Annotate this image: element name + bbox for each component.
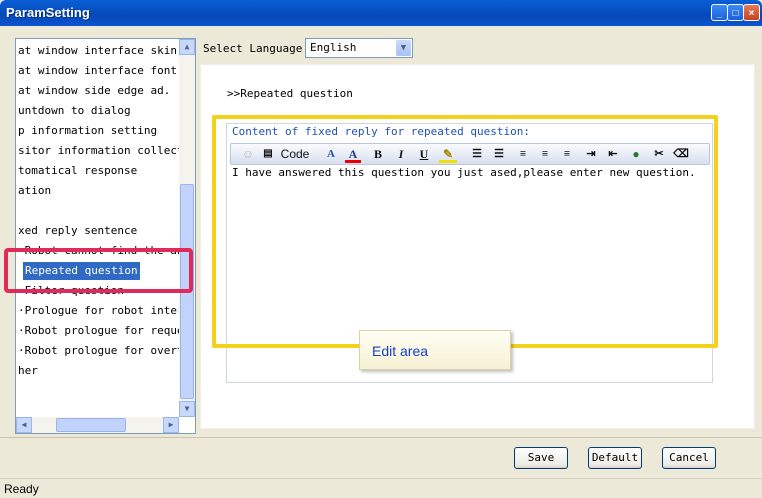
vertical-scrollbar[interactable]: ▲ ▼ (179, 39, 195, 417)
tree-item[interactable]: at window interface font co (18, 62, 195, 80)
edit-area-callout: Edit area (359, 330, 511, 370)
default-button[interactable]: Default (588, 447, 642, 469)
language-value: English (310, 41, 357, 54)
select-language-label: Select Language (203, 42, 303, 55)
tree-item[interactable]: p information setting (18, 122, 157, 140)
param-setting-window: ParamSetting _ □ × at window interface s… (0, 0, 762, 498)
tree-item[interactable]: ation (18, 182, 51, 200)
chevron-down-icon[interactable]: ▼ (396, 40, 411, 56)
scroll-right-icon[interactable]: ▶ (163, 417, 179, 433)
callout-text: Edit area (372, 343, 429, 359)
tree-item[interactable]: xed reply sentence (18, 222, 137, 240)
close-button[interactable]: × (743, 4, 760, 21)
tree-item[interactable]: ·Robot prologue for request (18, 322, 195, 340)
scroll-down-icon[interactable]: ▼ (179, 401, 195, 417)
section-title: >>Repeated question (227, 87, 353, 100)
tree-item[interactable]: at window interface skin se (18, 42, 195, 60)
save-button[interactable]: Save (514, 447, 568, 469)
tree-item[interactable]: at window side edge ad. (18, 82, 170, 100)
cancel-button[interactable]: Cancel (662, 447, 716, 469)
horizontal-scrollbar[interactable]: ◀ ▶ (16, 417, 179, 433)
tree-item[interactable]: sitor information collect (18, 142, 184, 160)
settings-tree[interactable]: at window interface skin se at window in… (15, 38, 196, 434)
tree-item[interactable]: tomatical response (18, 162, 137, 180)
divider (0, 437, 762, 438)
tree-item[interactable]: ·Robot prologue for overtim (18, 342, 195, 360)
window-title: ParamSetting (6, 5, 90, 20)
scroll-left-icon[interactable]: ◀ (16, 417, 32, 433)
scroll-up-icon[interactable]: ▲ (179, 39, 195, 55)
tree-item[interactable]: ·Prologue for robot interfa (18, 302, 195, 320)
title-bar[interactable]: ParamSetting _ □ × (0, 0, 762, 26)
status-bar: Ready (0, 478, 762, 498)
selected-item-highlight (4, 248, 193, 293)
tree-item[interactable]: her (18, 362, 38, 380)
tree-item[interactable]: untdown to dialog (18, 102, 131, 120)
minimize-button[interactable]: _ (711, 4, 728, 21)
maximize-button[interactable]: □ (727, 4, 744, 21)
edit-area-highlight (212, 115, 718, 348)
horizontal-scroll-thumb[interactable] (56, 418, 126, 432)
status-text: Ready (4, 482, 39, 496)
language-select[interactable]: English ▼ (305, 38, 413, 58)
